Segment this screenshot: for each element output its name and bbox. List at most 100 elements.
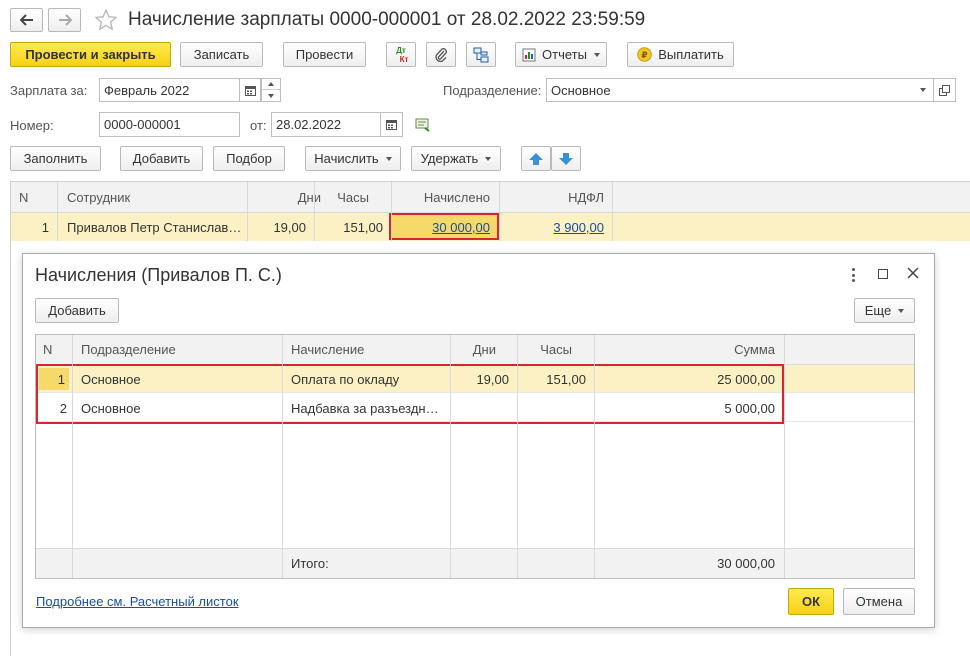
hours-cell[interactable]: 151,00 [315, 220, 383, 235]
post-button[interactable]: Провести [283, 42, 366, 67]
cancel-button[interactable]: Отмена [843, 588, 915, 615]
column-divider [247, 182, 248, 241]
spin-down-icon[interactable] [262, 90, 280, 101]
calendar-button[interactable] [239, 78, 261, 102]
open-link-icon [939, 84, 950, 96]
dialog-add-button[interactable]: Добавить [35, 298, 119, 323]
table-footer [36, 548, 914, 578]
forward-button[interactable] [48, 8, 81, 32]
calendar-icon [244, 85, 256, 96]
number-field[interactable]: 0000-000001 [99, 112, 240, 137]
document-structure-icon [473, 47, 489, 62]
svg-text:₽: ₽ [642, 51, 648, 61]
column-divider [391, 182, 392, 241]
column-header-accrual[interactable]: Начисление [291, 342, 364, 357]
chevron-down-icon [385, 156, 392, 161]
fill-button[interactable]: Заполнить [10, 146, 101, 171]
column-divider [314, 182, 315, 241]
page-title: Начисление зарплаты 0000-000001 от 28.02… [128, 9, 646, 30]
dialog-title: Начисления (Привалов П. С.) [35, 265, 282, 285]
accruals-dialog: Начисления (Привалов П. С.) Добавить Еще… [22, 253, 935, 628]
column-divider [282, 335, 283, 578]
table-header [11, 182, 970, 213]
column-header-hours[interactable]: Часы [315, 190, 369, 205]
withhold-dropdown[interactable]: Удержать [411, 146, 501, 171]
more-actions-icon[interactable] [849, 268, 857, 282]
salary-period-field[interactable]: Февраль 2022 [99, 78, 260, 102]
open-department-button[interactable] [934, 78, 956, 102]
date-calendar-button[interactable] [381, 112, 403, 137]
column-divider [594, 335, 595, 578]
number-label: Номер: [10, 118, 54, 133]
column-divider [57, 182, 58, 241]
reports-dropdown[interactable]: Отчеты [515, 42, 607, 67]
move-up-button[interactable] [521, 146, 551, 171]
post-and-close-button[interactable]: Провести и закрыть [10, 42, 171, 67]
accruals-table: N Сотрудник Дни Часы Начислено НДФЛ 1 Пр… [10, 181, 970, 241]
period-spinner[interactable] [261, 78, 281, 102]
column-divider [517, 335, 518, 578]
accrued-link[interactable]: 30 000,00 [391, 220, 490, 235]
column-header-department[interactable]: Подразделение [81, 342, 176, 357]
calendar-icon [386, 120, 397, 130]
arrow-right-icon [58, 14, 72, 26]
column-header-employee[interactable]: Сотрудник [67, 190, 130, 205]
column-divider [784, 335, 785, 578]
arrow-up-icon [529, 152, 543, 165]
pay-button[interactable]: ₽ Выплатить [627, 42, 734, 67]
dialog-table: N Подразделение Начисление Дни Часы Сумм… [35, 334, 915, 579]
comment-icon[interactable] [415, 118, 431, 135]
chevron-down-icon [593, 52, 600, 57]
move-down-button[interactable] [551, 146, 581, 171]
close-icon[interactable] [907, 267, 919, 282]
date-field[interactable]: 28.02.2022 [271, 112, 381, 137]
column-header-sum[interactable]: Сумма [596, 342, 775, 357]
chevron-down-icon [898, 308, 905, 313]
pick-button[interactable]: Подбор [213, 146, 285, 171]
back-button[interactable] [10, 8, 43, 32]
column-divider [612, 182, 613, 241]
department-dropdown-button[interactable] [912, 78, 934, 102]
structure-button[interactable] [466, 42, 496, 67]
dt-kt-button[interactable]: Дт Кт [386, 42, 416, 67]
payslip-link[interactable]: Подробнее см. Расчетный листок [36, 594, 239, 609]
days-cell[interactable]: 19,00 [247, 220, 306, 235]
arrow-down-icon [559, 152, 573, 165]
total-label: Итого: [291, 556, 329, 571]
attach-button[interactable] [426, 42, 456, 67]
column-divider [72, 335, 73, 578]
column-header-days[interactable]: Дни [247, 190, 321, 205]
paperclip-icon [435, 47, 447, 62]
date-label: от: [250, 118, 267, 133]
add-button[interactable]: Добавить [120, 146, 203, 171]
favorite-star-icon[interactable] [94, 8, 118, 35]
dt-kt-icon: Дт Кт [396, 45, 409, 64]
column-divider [450, 335, 451, 578]
column-header-n[interactable]: N [19, 190, 28, 205]
spin-up-icon[interactable] [262, 79, 280, 90]
column-header-accrued[interactable]: Начислено [391, 190, 490, 205]
total-value: 30 000,00 [717, 556, 775, 571]
chevron-down-icon [919, 88, 926, 92]
column-header-n[interactable]: N [43, 342, 52, 357]
salary-period-label: Зарплата за: [10, 83, 88, 98]
employee-cell[interactable]: Привалов Петр Станислав… [67, 220, 243, 235]
chevron-down-icon [485, 156, 492, 161]
save-button[interactable]: Записать [180, 42, 263, 67]
column-header-ndfl[interactable]: НДФЛ [499, 190, 604, 205]
department-label: Подразделение: [443, 83, 542, 98]
ruble-coin-icon: ₽ [637, 47, 653, 62]
column-divider [499, 182, 500, 241]
ndfl-link[interactable]: 3 900,00 [499, 220, 604, 235]
main-table-left-border [10, 241, 11, 656]
dialog-more-dropdown[interactable]: Еще [854, 298, 915, 323]
row-number: 1 [41, 220, 49, 235]
column-header-days[interactable]: Дни [451, 342, 496, 357]
arrow-left-icon [19, 14, 33, 26]
ok-button[interactable]: ОК [788, 588, 834, 615]
accrue-dropdown[interactable]: Начислить [305, 146, 401, 171]
department-field[interactable]: Основное [546, 78, 933, 102]
report-icon [522, 48, 536, 61]
column-header-hours[interactable]: Часы [518, 342, 572, 357]
maximize-icon[interactable] [878, 269, 888, 279]
